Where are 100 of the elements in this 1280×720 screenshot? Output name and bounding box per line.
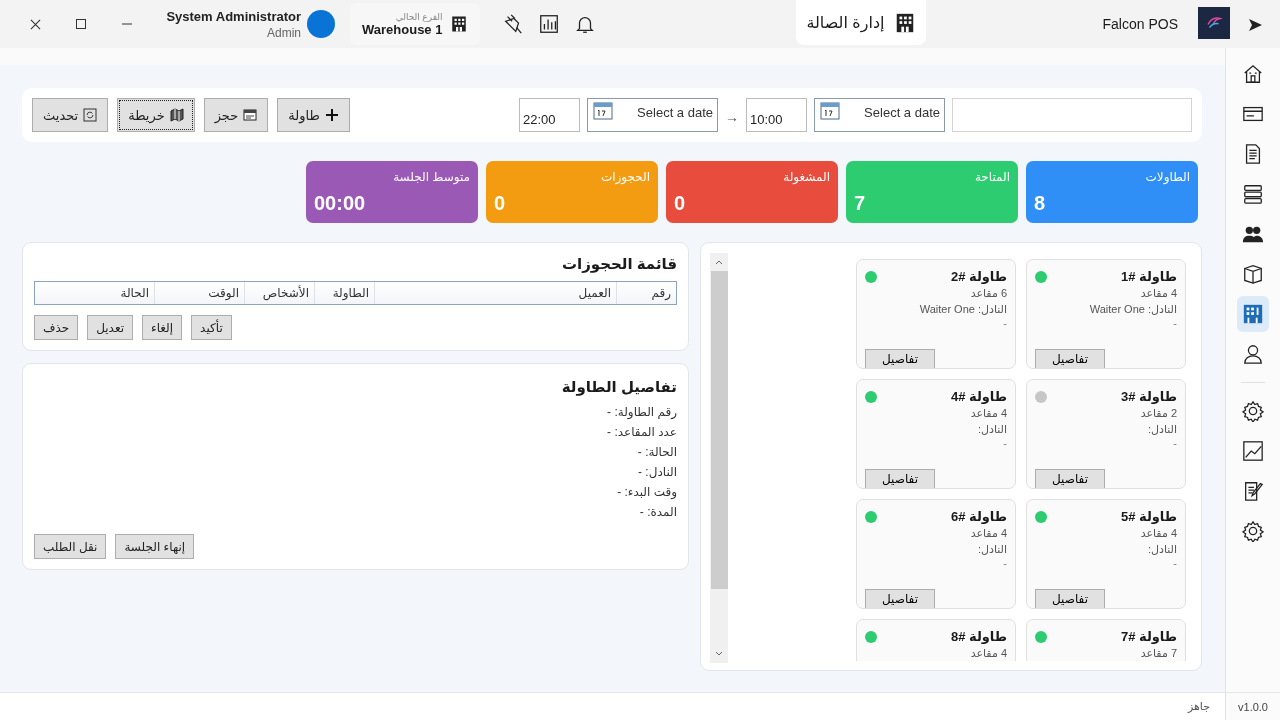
user-name: System Administrator	[166, 8, 301, 24]
action-button[interactable]: تأكيد	[191, 315, 232, 340]
seat-count: 2 مقاعد	[1139, 407, 1177, 420]
column-header[interactable]: العميل	[374, 282, 616, 304]
table-card[interactable]: طاولة #7 7 مقاعد	[1026, 619, 1186, 661]
scrollbar[interactable]	[710, 253, 728, 663]
time-field[interactable]: 22:00	[519, 98, 580, 132]
stat-label: المشغولة	[782, 170, 830, 184]
scrollbar-thumb[interactable]	[710, 271, 728, 589]
action-button[interactable]: إنهاء الجلسة	[115, 534, 195, 559]
details-button[interactable]: تفاصيل	[865, 589, 935, 608]
date-picker[interactable]: Select a date	[587, 98, 718, 132]
stat-label: المتاحة	[973, 170, 1010, 184]
plug-icon[interactable]	[502, 13, 525, 35]
line-chart-icon	[1242, 440, 1264, 462]
minimize-icon	[122, 23, 132, 25]
waiter-label: النادل:	[1146, 543, 1177, 556]
map-button[interactable]: خريطة	[117, 98, 195, 132]
waiter-label: النادل: Waiter One	[918, 303, 1007, 316]
column-header[interactable]: رقم	[616, 282, 676, 304]
section-title: تفاصيل الطاولة	[560, 378, 677, 396]
refresh-button[interactable]: تحديث	[32, 98, 109, 132]
table-card[interactable]: طاولة #1 4 مقاعد النادل: Waiter One - تفاصيل	[1026, 259, 1186, 369]
action-button[interactable]: إلغاء	[142, 315, 183, 340]
seat-count: 4 مقاعد	[1139, 527, 1177, 540]
settings-icon	[1242, 400, 1264, 422]
add-table-button[interactable]: طاولة	[277, 98, 350, 132]
bar-chart-icon[interactable]	[538, 13, 561, 35]
map-icon	[169, 108, 184, 122]
section-title: قائمة الحجوزات	[560, 255, 677, 273]
stat-value: 0	[674, 192, 687, 215]
refresh-icon	[83, 108, 98, 122]
reserve-button[interactable]: حجز	[203, 98, 269, 132]
table-name: طاولة #1	[1120, 269, 1177, 284]
stat-label: الطاولات	[1144, 170, 1190, 184]
calendar-icon	[243, 108, 258, 122]
stat-label: الحجوزات	[599, 170, 650, 184]
details-button[interactable]: تفاصيل	[1035, 469, 1105, 488]
details-button[interactable]: تفاصيل	[1035, 589, 1105, 608]
action-button[interactable]: تعديل	[87, 315, 133, 340]
detail-field: المدة: -	[34, 502, 677, 522]
detail-field: رقم الطاولة: -	[34, 402, 677, 422]
app-logo	[1198, 7, 1230, 39]
box-icon	[1242, 263, 1264, 285]
column-header[interactable]: الحالة	[35, 282, 154, 304]
page-title: إدارة الصالة	[806, 13, 885, 32]
table-card[interactable]: طاولة #5 4 مقاعد النادل: - تفاصيل	[1026, 499, 1186, 609]
table-name: طاولة #4	[950, 389, 1007, 404]
calendar-icon[interactable]	[820, 102, 840, 120]
home-icon	[1242, 63, 1264, 85]
stat-label: متوسط الجلسة	[392, 170, 470, 184]
maximize-icon	[76, 19, 86, 29]
table-name: طاولة #8	[950, 629, 1007, 644]
table-card[interactable]: طاولة #4 4 مقاعد النادل: - تفاصيل	[856, 379, 1016, 489]
table-card[interactable]: طاولة #8 4 مقاعد	[856, 619, 1016, 661]
table-name: طاولة #7	[1120, 629, 1177, 644]
note-text: -	[1002, 317, 1007, 329]
waiter-label: النادل:	[976, 543, 1007, 556]
date-picker[interactable]: Select a date	[814, 98, 945, 132]
plus-icon	[324, 108, 339, 122]
waiter-label: النادل:	[976, 423, 1007, 436]
details-button[interactable]: تفاصيل	[865, 349, 935, 368]
note-text: -	[1172, 317, 1177, 329]
page-tab[interactable]: إدارة الصالة	[796, 0, 927, 45]
avatar-circle	[307, 10, 335, 38]
action-button[interactable]: حذف	[34, 315, 79, 340]
table-name: طاولة #6	[950, 509, 1007, 524]
status-text: جاهز	[1187, 700, 1210, 713]
search-field[interactable]	[952, 98, 1192, 132]
user-role: Admin	[267, 25, 301, 40]
waiter-label: النادل:	[1146, 423, 1177, 436]
column-header[interactable]: الطاولة	[314, 282, 374, 304]
column-header[interactable]: الأشخاص	[244, 282, 314, 304]
note-text: -	[1002, 557, 1007, 569]
table-card[interactable]: طاولة #6 4 مقاعد النادل: - تفاصيل	[856, 499, 1016, 609]
detail-field: الحالة: -	[34, 442, 677, 462]
seat-count: 7 مقاعد	[1139, 647, 1177, 660]
table-card[interactable]: طاولة #2 6 مقاعد النادل: Waiter One - تفاصيل	[856, 259, 1016, 369]
detail-field: وقت البدء: -	[34, 482, 677, 502]
action-button[interactable]: نقل الطلب	[34, 534, 107, 559]
note-text: -	[1172, 437, 1177, 449]
table-name: طاولة #2	[950, 269, 1007, 284]
stat-value: 0	[494, 192, 507, 215]
details-button[interactable]: تفاصيل	[1035, 349, 1105, 368]
settings-icon	[1242, 520, 1264, 542]
detail-field: النادل: -	[34, 462, 677, 482]
expand-arrow-icon[interactable]	[1247, 17, 1263, 33]
table-name: طاولة #3	[1120, 389, 1177, 404]
stat-value: 00:00	[314, 192, 367, 215]
version-label: v1.0.0	[1226, 692, 1280, 720]
table-card[interactable]: طاولة #3 2 مقاعد النادل: - تفاصيل	[1026, 379, 1186, 489]
seat-count: 4 مقاعد	[969, 527, 1007, 540]
time-field[interactable]: 10:00	[746, 98, 807, 132]
column-header[interactable]: الوقت	[154, 282, 244, 304]
calendar-icon[interactable]	[593, 102, 613, 120]
details-button[interactable]: تفاصيل	[865, 469, 935, 488]
note-text: -	[1172, 557, 1177, 569]
range-arrow: →	[725, 109, 739, 125]
edit-icon	[1242, 480, 1264, 502]
seat-count: 6 مقاعد	[969, 287, 1007, 300]
